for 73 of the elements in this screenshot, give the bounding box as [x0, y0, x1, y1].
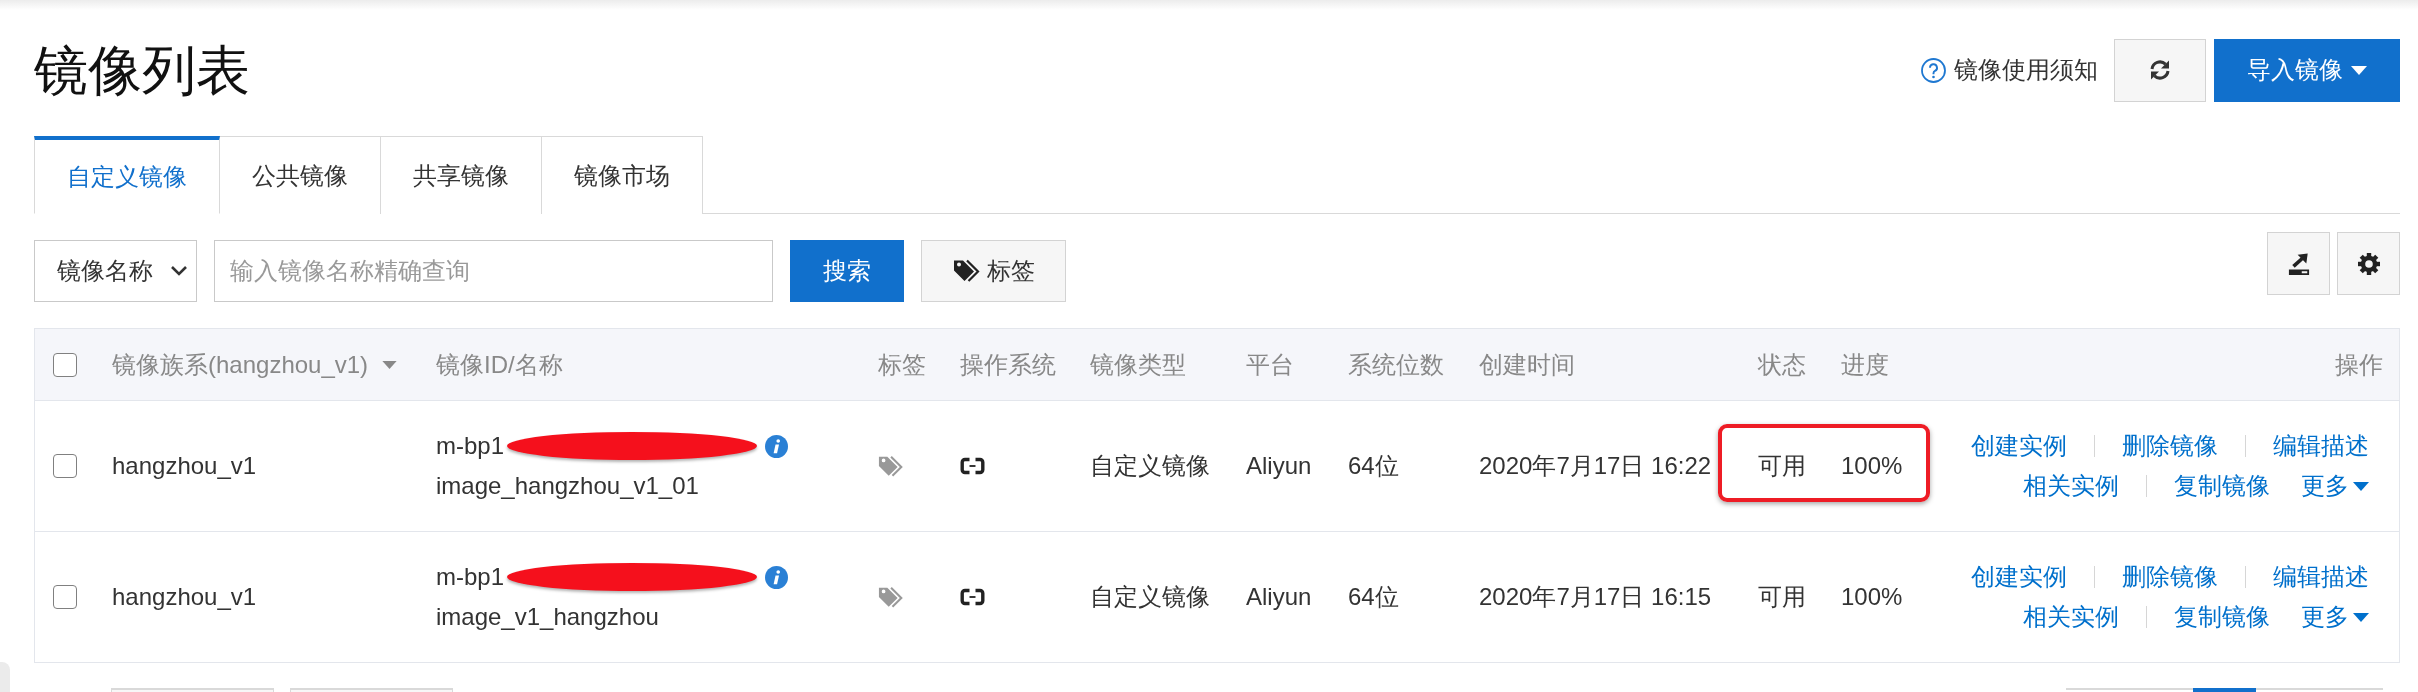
- select-all-checkbox[interactable]: [53, 352, 77, 377]
- column-header: 操作系统: [960, 349, 1056, 380]
- table-cell-text: 自定义镜像: [1090, 451, 1210, 481]
- table-cell-text: 可用: [1758, 451, 1806, 481]
- table-cell-text: 2020年7月17日 16:22: [1479, 451, 1712, 481]
- table-cell: hangzhou_v1: [112, 452, 257, 480]
- action-link[interactable]: 编辑描述: [2273, 561, 2369, 593]
- table-cell-text: 自定义镜像: [1090, 582, 1210, 612]
- action-link[interactable]: 创建实例: [1971, 561, 2067, 593]
- refresh-button[interactable]: [2114, 38, 2206, 102]
- tag-button[interactable]: 标签: [921, 240, 1066, 302]
- table-cell: Aliyun: [1246, 452, 1312, 480]
- settings-icon: [2356, 251, 2381, 276]
- column-header: 操作: [2335, 349, 2383, 380]
- tab[interactable]: 自定义镜像: [34, 136, 220, 214]
- column-header: 进度: [1841, 349, 1889, 380]
- action-link[interactable]: 复制镜像: [2174, 601, 2270, 633]
- action-link[interactable]: 复制镜像: [2174, 470, 2270, 502]
- table-cell-text: 64位: [1348, 451, 1399, 481]
- action-link[interactable]: 创建实例: [1971, 430, 2067, 462]
- table-cell-text: 64位: [1348, 582, 1399, 612]
- page-title: 镜像列表: [34, 39, 250, 102]
- export-button[interactable]: [2267, 232, 2330, 295]
- column-header: 状态: [1758, 349, 1806, 380]
- help-icon: [1921, 57, 1946, 83]
- caret-icon: [2353, 481, 2369, 491]
- table-cell-text: 2020年7月17日 16:15: [1479, 582, 1712, 612]
- column-header: 系统位数: [1348, 349, 1444, 380]
- row-checkbox[interactable]: [53, 585, 77, 609]
- tags-icon: [952, 259, 983, 283]
- table-cell: Aliyun: [1246, 583, 1312, 611]
- bracket-icon: [960, 457, 985, 475]
- caret-icon: [2353, 612, 2369, 622]
- bracket-icon: [960, 588, 985, 606]
- settings-button[interactable]: [2337, 232, 2400, 295]
- column-header: 标签: [878, 349, 926, 380]
- caret-icon: [2351, 65, 2367, 75]
- help-link[interactable]: 镜像使用须知: [1921, 54, 2098, 86]
- action-link[interactable]: 编辑描述: [2273, 430, 2369, 462]
- tab[interactable]: 共享镜像: [381, 136, 542, 214]
- page-button[interactable]: [2192, 688, 2257, 692]
- more-link[interactable]: 更多: [2301, 470, 2369, 502]
- column-header: 镜像ID/名称: [436, 349, 563, 380]
- action-link[interactable]: 相关实例: [2023, 601, 2119, 633]
- column-header: 创建时间: [1479, 349, 1575, 380]
- image-name: image_v1_hangzhou: [436, 602, 659, 632]
- search-button[interactable]: 搜索: [790, 240, 904, 302]
- row-checkbox[interactable]: [53, 454, 77, 478]
- export-icon: [2287, 251, 2310, 276]
- refresh-icon: [2148, 58, 2172, 82]
- table-cell: 100%: [1841, 583, 1903, 611]
- info-icon[interactable]: [765, 434, 789, 458]
- table-cell: hangzhou_v1: [112, 583, 257, 611]
- action-link[interactable]: 删除镜像: [2122, 430, 2218, 462]
- column-filter[interactable]: 镜像族系(hangzhou_v1): [112, 348, 398, 381]
- tab[interactable]: 镜像市场: [542, 136, 703, 214]
- field-select[interactable]: 镜像名称: [34, 240, 197, 302]
- action-link[interactable]: 删除镜像: [2122, 561, 2218, 593]
- more-link[interactable]: 更多: [2301, 601, 2369, 633]
- chevron-down-icon: [170, 265, 188, 277]
- action-link[interactable]: 相关实例: [2023, 470, 2119, 502]
- column-header: 平台: [1246, 349, 1294, 380]
- image-name: image_hangzhou_v1_01: [436, 471, 699, 501]
- table-cell-text: 可用: [1758, 582, 1806, 612]
- image-id: m-bp1: [436, 432, 505, 460]
- image-id: m-bp1: [436, 563, 505, 591]
- table-cell: 100%: [1841, 452, 1903, 480]
- caret-icon: [382, 360, 398, 369]
- tab[interactable]: 公共镜像: [220, 136, 381, 214]
- info-icon[interactable]: [765, 565, 789, 589]
- search-field[interactable]: 输入镜像名称精确查询: [214, 240, 773, 302]
- import-image-button[interactable]: 导入镜像: [2214, 38, 2400, 102]
- column-header: 镜像类型: [1090, 349, 1186, 380]
